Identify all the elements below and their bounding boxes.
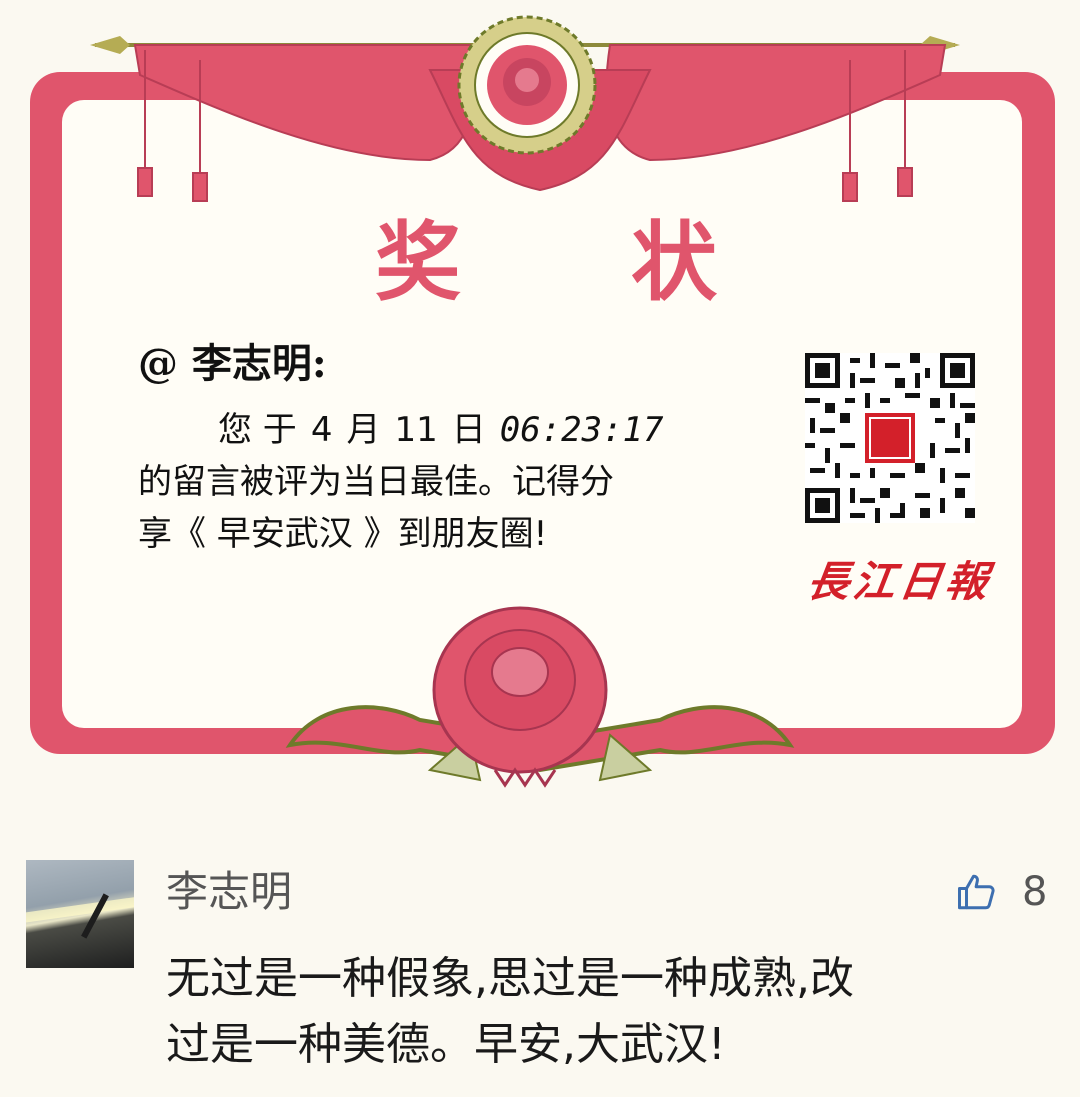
message-day: 11 bbox=[394, 410, 438, 450]
message-line-1: 您 于 4 月 11 日 06:23:17 bbox=[138, 404, 738, 456]
message-day-unit: 日 bbox=[451, 410, 486, 450]
message-line-2: 的留言被评为当日最佳。记得分 bbox=[138, 462, 614, 502]
top-rosette bbox=[457, 15, 597, 155]
thumbs-up-icon bbox=[958, 874, 995, 910]
comment-text: 无过是一种假象,思过是一种成熟,改 过是一种美德。早安,大武汉! bbox=[166, 946, 1066, 1078]
qr-code bbox=[805, 353, 975, 523]
certificate-message: 您 于 4 月 11 日 06:23:17 的留言被评为当日最佳。记得分 享《 早安武汉 … bbox=[138, 404, 738, 560]
message-time: 06:23:17 bbox=[499, 410, 664, 450]
comment-line: 过是一种美德。早安,大武汉! bbox=[166, 1019, 726, 1070]
message-prefix: 您 于 bbox=[218, 410, 297, 450]
like-button[interactable]: 8 bbox=[956, 870, 1047, 914]
recipient-name: @ 李志明: bbox=[138, 340, 327, 387]
award-certificate: 奖 状 @ 李志明: 您 于 4 月 11 日 06:23:17 的留言被评为当日最佳。记… bbox=[0, 0, 1080, 820]
qr-code-pattern bbox=[805, 353, 975, 523]
comment-username[interactable]: 李志明 bbox=[166, 864, 292, 920]
like-count: 8 bbox=[1022, 869, 1048, 915]
comment-item: 李志明 8 无过是一种假象,思过是一种成熟,改 过是一种美德。早安,大武汉! bbox=[0, 840, 1080, 1097]
avatar[interactable] bbox=[26, 860, 134, 968]
message-line-3: 享《 早安武汉 》到朋友圈! bbox=[138, 514, 548, 554]
message-month: 4 bbox=[310, 410, 333, 450]
message-month-unit: 月 bbox=[346, 410, 381, 450]
certificate-title: 奖 状 bbox=[375, 212, 787, 313]
comment-line: 无过是一种假象,思过是一种成熟,改 bbox=[166, 953, 854, 1004]
newspaper-brand-logo: 長江日報 bbox=[804, 557, 996, 606]
